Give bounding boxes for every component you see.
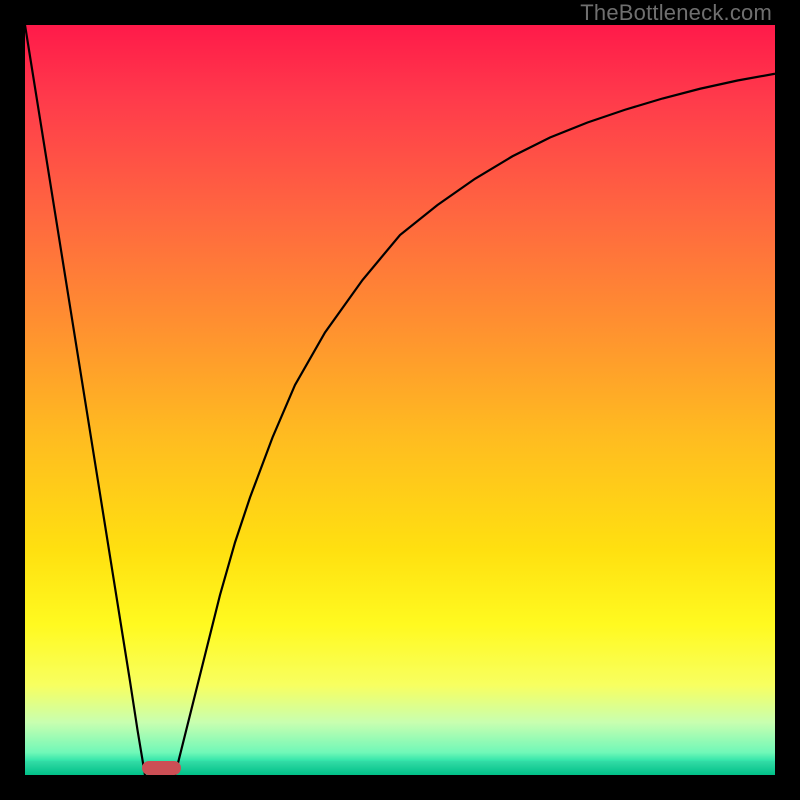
optimum-marker [142, 761, 181, 775]
curve-left [25, 25, 145, 775]
chart-frame: TheBottleneck.com [0, 0, 800, 800]
curves-svg [25, 25, 775, 775]
curve-right [175, 74, 775, 775]
plot-area [25, 25, 775, 775]
watermark-text: TheBottleneck.com [580, 0, 772, 26]
